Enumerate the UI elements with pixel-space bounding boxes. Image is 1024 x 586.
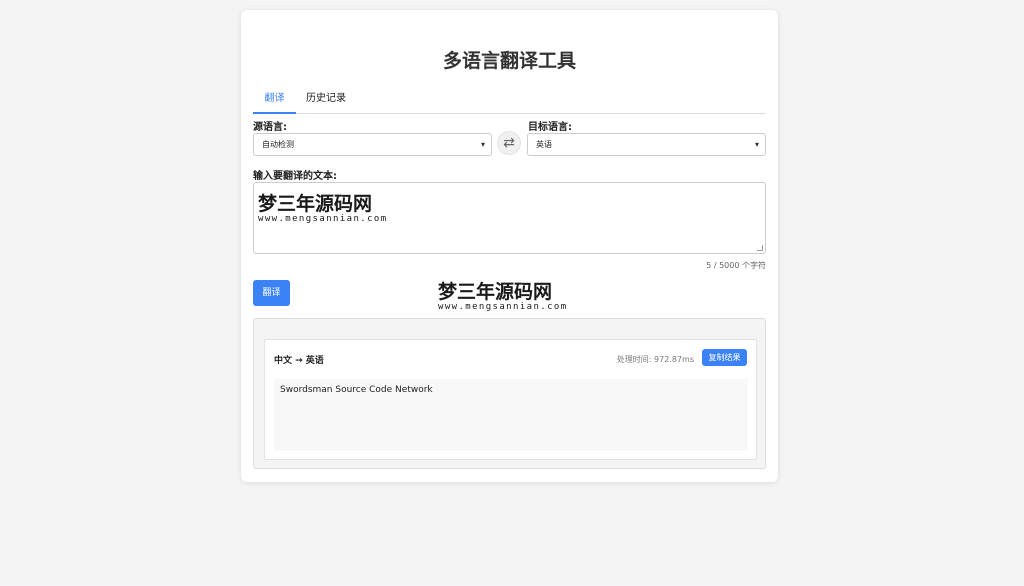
watermark-text: 梦三年源码网 (438, 281, 553, 303)
result-panel: 中文 → 英语 处理时间: 972.87ms 复制结果 Swordsman So… (253, 318, 766, 469)
watermark-url: www.mengsannian.com (258, 214, 388, 224)
tab-bar: 翻译 历史记录 (253, 82, 766, 114)
watermark-text: 梦三年源码网 (258, 193, 373, 215)
resize-handle[interactable] (757, 245, 763, 251)
copy-result-button[interactable]: 复制结果 (702, 349, 747, 366)
result-card: 中文 → 英语 处理时间: 972.87ms 复制结果 Swordsman So… (264, 339, 757, 460)
chevron-down-icon: ▾ (754, 140, 759, 149)
chevron-down-icon: ▾ (480, 140, 485, 149)
watermark-url: www.mengsannian.com (438, 302, 568, 312)
processing-time: 处理时间: 972.87ms (616, 355, 694, 364)
source-language-value: 自动检测 (262, 140, 294, 149)
swap-languages-button[interactable]: ⇄ (497, 131, 521, 155)
watermark-logo: 梦三年源码网 www.mengsannian.com (438, 277, 568, 312)
swap-arrows-icon: ⇄ (503, 135, 515, 151)
language-pair: 中文 → 英语 (274, 356, 324, 366)
translator-card: 多语言翻译工具 翻译 历史记录 源语言: 自动检测 ▾ ⇄ 目标语言: 英语 ▾… (241, 10, 778, 482)
page-title: 多语言翻译工具 (442, 50, 576, 72)
input-text-label: 输入要翻译的文本: (253, 171, 337, 182)
target-language-label: 目标语言: (528, 122, 572, 133)
tab-translate[interactable]: 翻译 (253, 82, 296, 114)
target-language-value: 英语 (536, 140, 552, 149)
translation-output: Swordsman Source Code Network (274, 379, 748, 451)
source-text-input[interactable]: 梦三年源码网 www.mengsannian.com (253, 182, 766, 254)
source-language-label: 源语言: (253, 122, 287, 133)
target-language-select[interactable]: 英语 ▾ (527, 133, 766, 156)
translate-button[interactable]: 翻译 (253, 280, 290, 306)
source-language-select[interactable]: 自动检测 ▾ (253, 133, 492, 156)
char-counter: 5 / 5000 个字符 (706, 261, 766, 270)
watermark-logo: 梦三年源码网 www.mengsannian.com (258, 189, 388, 224)
tab-history[interactable]: 历史记录 (296, 82, 356, 114)
